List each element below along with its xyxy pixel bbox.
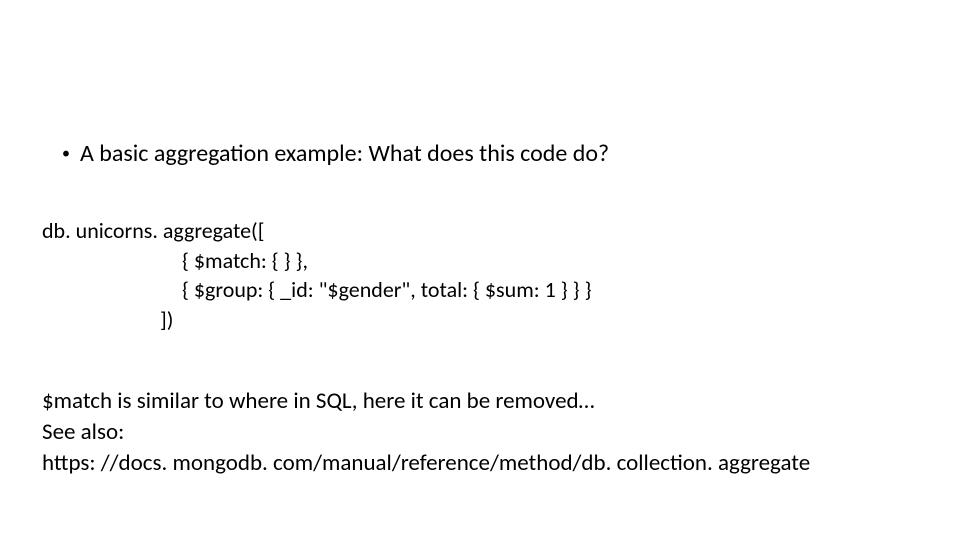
explanation-block: $match is similar to where in SQL, here … bbox=[42, 386, 810, 479]
code-line-2: { $match: { } }, bbox=[42, 246, 591, 276]
bullet-item: • A basic aggregation example: What does… bbox=[62, 140, 609, 169]
explanation-line-3: https: //docs. mongodb. com/manual/refer… bbox=[42, 448, 810, 479]
explanation-line-1: $match is similar to where in SQL, here … bbox=[42, 386, 810, 417]
code-line-1: db. unicorns. aggregate([ bbox=[42, 216, 591, 246]
slide: • A basic aggregation example: What does… bbox=[0, 0, 960, 540]
code-block: db. unicorns. aggregate([ { $match: { } … bbox=[42, 216, 591, 335]
code-line-4: ]) bbox=[42, 305, 591, 335]
code-line-3: { $group: { _id: "$gender", total: { $su… bbox=[42, 275, 591, 305]
bullet-text: A basic aggregation example: What does t… bbox=[80, 140, 609, 169]
bullet-dot-icon: • bbox=[62, 140, 70, 168]
explanation-line-2: See also: bbox=[42, 417, 810, 448]
